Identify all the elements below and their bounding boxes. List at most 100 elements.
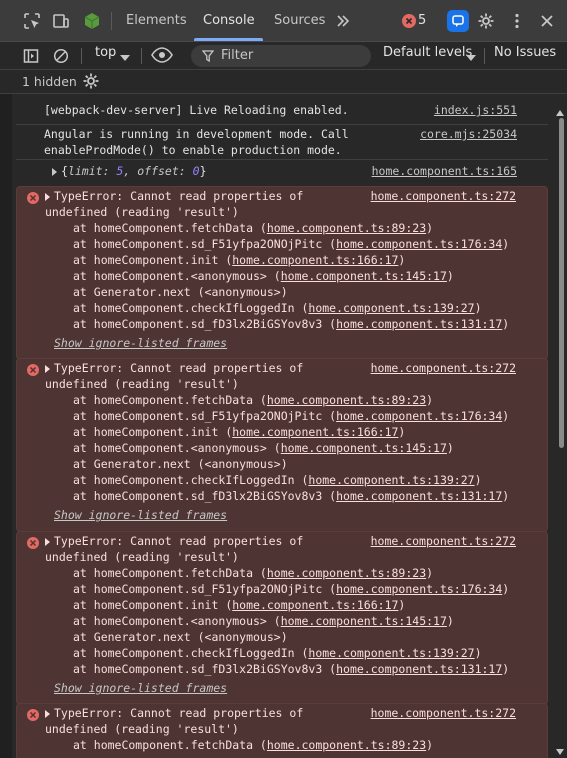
stack-frame: at homeComponent.<anonymous> (home.compo…	[73, 269, 454, 283]
stack-frame-link[interactable]: home.component.ts:139:27	[308, 646, 474, 660]
context-selector[interactable]: top	[95, 45, 116, 60]
log-message: Angular is running in development mode. …	[16, 125, 548, 160]
tab-sources[interactable]: Sources	[274, 13, 325, 28]
console-output: [webpack-dev-server] Live Reloading enab…	[0, 94, 567, 758]
inspect-element-icon[interactable]	[22, 11, 42, 31]
stack-frame: at homeComponent.fetchData (home.compone…	[73, 393, 434, 407]
stack-frame-link[interactable]: home.component.ts:89:23	[267, 738, 426, 752]
stack-frame-link[interactable]: home.component.ts:176:34	[336, 582, 502, 596]
extension-cube-icon[interactable]	[82, 11, 102, 31]
tab-console[interactable]: Console	[203, 13, 255, 28]
stack-frame: at homeComponent.sd_fD3lx2BiGSYov8v3 (ho…	[73, 317, 510, 331]
stack-frame-link[interactable]: home.component.ts:166:17	[232, 425, 398, 439]
error-message: TypeError: Cannot read properties of unde…	[16, 531, 548, 705]
stack-frame-link[interactable]: home.component.ts:176:34	[336, 409, 502, 423]
stack-frame-link[interactable]: home.component.ts:145:17	[281, 269, 447, 283]
stack-frame: at homeComponent.sd_fD3lx2BiGSYov8v3 (ho…	[73, 489, 510, 503]
error-icon	[27, 364, 39, 376]
stack-frame: at homeComponent.checkIfLoggedIn (home.c…	[73, 646, 482, 660]
stack-frame-link[interactable]: home.component.ts:145:17	[281, 614, 447, 628]
error-text: undefined (reading 'result')	[45, 377, 239, 391]
close-icon[interactable]	[537, 11, 557, 31]
error-count-icon[interactable]	[402, 11, 416, 31]
hidden-count: 1 hidden	[22, 74, 77, 89]
stack-frame: at homeComponent.sd_F51yfpa2ONOjPitc (ho…	[73, 237, 510, 251]
issues-feedback-icon[interactable]	[447, 10, 469, 32]
stack-frame: at homeComponent.init (home.component.ts…	[73, 598, 406, 612]
source-link[interactable]: home.component.ts:272	[371, 188, 516, 204]
error-message: TypeError: Cannot read properties of unde…	[16, 358, 548, 532]
error-message: TypeError: Cannot read properties of unde…	[16, 186, 548, 360]
stack-frame-link[interactable]: home.component.ts:131:17	[336, 489, 502, 503]
settings-gear-icon[interactable]	[476, 11, 496, 31]
stack-frame: at homeComponent.<anonymous> (home.compo…	[73, 441, 454, 455]
stack-frame-link[interactable]: home.component.ts:166:17	[232, 253, 398, 267]
clear-console-icon[interactable]	[51, 46, 71, 66]
error-text: undefined (reading 'result')	[45, 205, 239, 219]
stack-frame-link[interactable]: home.component.ts:145:17	[281, 441, 447, 455]
show-ignore-listed-frames-link[interactable]: Show ignore-listed frames	[17, 507, 547, 523]
source-link[interactable]: index.js:551	[434, 102, 517, 118]
source-link[interactable]: core.mjs:25034	[420, 126, 517, 142]
more-options-kebab-icon[interactable]	[507, 11, 527, 31]
error-count[interactable]: 5	[418, 13, 426, 28]
stack-frame-link[interactable]: home.component.ts:131:17	[336, 317, 502, 331]
error-message: TypeError: Cannot read properties of unde…	[16, 703, 548, 758]
log-message: [webpack-dev-server] Live Reloading enab…	[16, 102, 548, 125]
more-tabs-chevron-icon[interactable]	[333, 11, 353, 31]
source-link[interactable]: home.component.ts:272	[371, 705, 516, 721]
show-ignore-listed-frames-link[interactable]: Show ignore-listed frames	[17, 335, 547, 351]
stack-frame: at homeComponent.checkIfLoggedIn (home.c…	[73, 301, 482, 315]
stack-frame: at homeComponent.fetchData (home.compone…	[73, 738, 434, 752]
filter-funnel-icon	[201, 50, 215, 66]
stack-frame-link[interactable]: home.component.ts:89:23	[267, 566, 426, 580]
stack-frame: at Generator.next (<anonymous>)	[73, 285, 288, 299]
expand-triangle-icon[interactable]	[45, 364, 50, 373]
console-settings-gear-icon[interactable]	[82, 72, 100, 94]
error-icon	[27, 192, 39, 204]
devtools-tab-bar: Elements Console Sources 5	[0, 0, 567, 42]
sidebar-toggle-icon[interactable]	[21, 46, 41, 66]
divider	[111, 12, 112, 30]
expand-triangle-icon[interactable]	[45, 709, 50, 718]
error-icon	[27, 537, 39, 549]
stack-frame: at homeComponent.<anonymous> (home.compo…	[73, 614, 454, 628]
source-link[interactable]: home.component.ts:272	[371, 533, 516, 549]
filter-placeholder: Filter	[221, 48, 254, 63]
stack-frame: at Generator.next (<anonymous>)	[73, 457, 288, 471]
stack-frame: at homeComponent.init (home.component.ts…	[73, 425, 406, 439]
stack-frame-link[interactable]: home.component.ts:89:23	[267, 221, 426, 235]
expand-triangle-icon[interactable]	[45, 192, 50, 201]
levels-dropdown-icon[interactable]	[466, 51, 476, 66]
stack-frame: at homeComponent.init (home.component.ts…	[73, 253, 406, 267]
stack-frame: at homeComponent.checkIfLoggedIn (home.c…	[73, 473, 482, 487]
error-text: undefined (reading 'result')	[45, 550, 239, 564]
stack-frame-link[interactable]: home.component.ts:131:17	[336, 662, 502, 676]
hidden-messages-row: 1 hidden	[0, 70, 567, 94]
stack-frame-link[interactable]: home.component.ts:176:34	[336, 237, 502, 251]
context-dropdown-icon[interactable]	[120, 51, 130, 66]
stack-frame-link[interactable]: home.component.ts:139:27	[308, 301, 474, 315]
object-log-message: {limit: 5, offset: 0} home.component.ts:…	[16, 160, 548, 182]
expand-triangle-icon[interactable]	[52, 167, 57, 176]
error-icon	[27, 709, 39, 721]
expand-triangle-icon[interactable]	[45, 537, 50, 546]
scrollbar-thumb[interactable]	[559, 118, 564, 448]
stack-frame: at homeComponent.fetchData (home.compone…	[73, 566, 434, 580]
source-link[interactable]: home.component.ts:272	[371, 360, 516, 376]
show-ignore-listed-frames-link[interactable]: Show ignore-listed frames	[17, 680, 547, 696]
stack-frame: at homeComponent.sd_F51yfpa2ONOjPitc (ho…	[73, 582, 510, 596]
issues-link[interactable]: No Issues	[494, 45, 556, 60]
filter-input[interactable]: Filter	[191, 45, 371, 67]
stack-frame: at homeComponent.sd_fD3lx2BiGSYov8v3 (ho…	[73, 662, 510, 676]
stack-frame-link[interactable]: home.component.ts:166:17	[232, 598, 398, 612]
live-expression-eye-icon[interactable]	[151, 45, 173, 69]
log-levels-dropdown[interactable]: Default levels	[383, 45, 472, 60]
active-tab-indicator	[194, 38, 263, 41]
source-link[interactable]: home.component.ts:165	[372, 163, 517, 179]
tab-elements[interactable]: Elements	[126, 13, 187, 28]
stack-frame-link[interactable]: home.component.ts:139:27	[308, 473, 474, 487]
device-toolbar-icon[interactable]	[51, 11, 71, 31]
stack-frame: at homeComponent.sd_F51yfpa2ONOjPitc (ho…	[73, 409, 510, 423]
stack-frame-link[interactable]: home.component.ts:89:23	[267, 393, 426, 407]
